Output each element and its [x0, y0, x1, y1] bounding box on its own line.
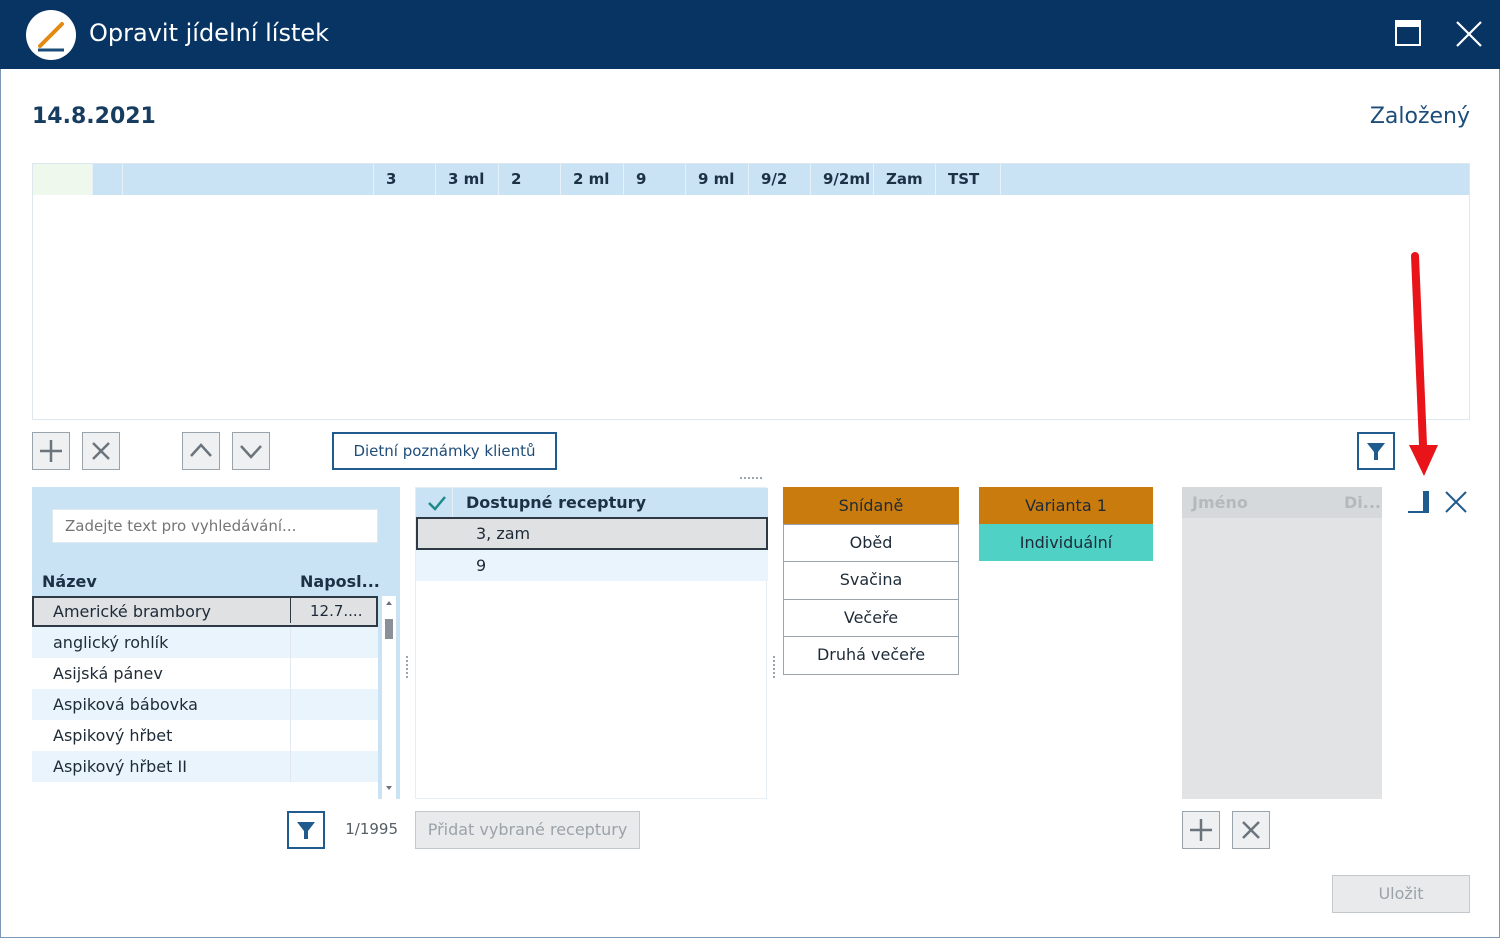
- grid-col-header[interactable]: 9: [624, 164, 686, 195]
- diet-notes-button[interactable]: Dietní poznámky klientů: [332, 432, 557, 470]
- meal-option[interactable]: Večeře: [783, 599, 959, 638]
- add-client-button[interactable]: [1182, 811, 1220, 849]
- grid-col-header[interactable]: Zam: [874, 164, 936, 195]
- menu-date: 14.8.2021: [32, 104, 156, 129]
- plus-icon: [40, 440, 62, 462]
- chevron-up-icon: [190, 443, 212, 457]
- chevron-down-icon: [240, 445, 262, 459]
- recipe-last-used: 12.7....: [310, 602, 363, 620]
- recipe-list-panel: Název Naposl... Americké brambory 12.7..…: [32, 487, 400, 799]
- table-row[interactable]: anglický rohlík: [32, 627, 378, 658]
- filter-icon: [297, 822, 315, 839]
- recipe-name: Americké brambory: [53, 602, 211, 621]
- save-button[interactable]: Uložit: [1332, 875, 1470, 913]
- client-list-header: Jméno Di...: [1182, 487, 1382, 518]
- add-selected-recipes-button[interactable]: Přidat vybrané receptury: [415, 811, 640, 849]
- plus-icon: [1190, 819, 1212, 841]
- grid-filter-button[interactable]: [1357, 432, 1395, 470]
- grid-select-cell[interactable]: [33, 164, 93, 195]
- splitter-handle[interactable]: [406, 656, 408, 678]
- close-panel-button[interactable]: [1443, 489, 1469, 515]
- grid-name-cell: [123, 164, 374, 195]
- remove-client-button[interactable]: [1232, 811, 1270, 849]
- grid-col-header[interactable]: 2: [499, 164, 561, 195]
- table-row[interactable]: Aspikový hřbet: [32, 720, 378, 751]
- grid-col-header[interactable]: 3 ml: [436, 164, 499, 195]
- filter-icon: [1367, 443, 1385, 460]
- available-recipe-name: 3, zam: [476, 524, 531, 543]
- close-window-button[interactable]: [1453, 18, 1485, 50]
- grid-indicator-cell: [93, 164, 123, 195]
- meal-option[interactable]: Svačina: [783, 561, 959, 600]
- recipe-table-header: Název Naposl...: [32, 567, 400, 596]
- col-header-client-name: Jméno: [1192, 493, 1248, 512]
- annotation-arrow-icon: [1409, 252, 1438, 476]
- app-logo-icon: [26, 10, 76, 60]
- x-icon: [92, 442, 110, 460]
- meal-option-selected[interactable]: Snídaně: [783, 487, 959, 526]
- splitter-handle[interactable]: [740, 477, 762, 479]
- x-icon: [1242, 821, 1260, 839]
- variant-option-selected[interactable]: Varianta 1: [979, 487, 1153, 524]
- available-recipe-name: 9: [476, 556, 487, 575]
- available-recipes-panel: Dostupné receptury 3, zam 9: [415, 487, 768, 799]
- table-row[interactable]: Asijská pánev: [32, 658, 378, 689]
- move-down-button[interactable]: [232, 432, 270, 470]
- recipe-list: Americké brambory 12.7.... anglický rohl…: [32, 596, 378, 799]
- title-bar: Opravit jídelní lístek: [0, 0, 1500, 69]
- table-row[interactable]: Aspikový hřbet II: [32, 751, 378, 782]
- move-up-button[interactable]: [182, 432, 220, 470]
- grid-col-header[interactable]: 3: [374, 164, 436, 195]
- maximize-button[interactable]: [1395, 20, 1421, 46]
- menu-grid-header: 3 3 ml 2 2 ml 9 9 ml 9/2 9/2ml Zam TST: [33, 164, 1469, 195]
- splitter-handle[interactable]: [773, 656, 775, 678]
- available-recipe-row[interactable]: 9: [416, 550, 768, 581]
- grid-col-header[interactable]: 9/2: [749, 164, 811, 195]
- window-title: Opravit jídelní lístek: [89, 19, 330, 47]
- close-icon: [1456, 21, 1482, 47]
- dock-right-icon: [1408, 491, 1429, 513]
- dock-panel-button[interactable]: [1406, 489, 1432, 515]
- available-recipes-title: Dostupné receptury: [466, 493, 646, 512]
- grid-col-header[interactable]: TST: [936, 164, 1001, 195]
- remove-row-button[interactable]: [82, 432, 120, 470]
- grid-col-header[interactable]: 9/2ml: [811, 164, 874, 195]
- col-header-last[interactable]: Naposl...: [300, 567, 380, 596]
- meal-option[interactable]: Druhá večeře: [783, 636, 959, 675]
- recipe-filter-button[interactable]: [287, 811, 325, 849]
- available-recipe-row-selected[interactable]: 3, zam: [416, 517, 768, 550]
- recipe-search-input[interactable]: [52, 509, 378, 543]
- client-list-panel: Jméno Di...: [1182, 487, 1382, 799]
- grid-col-header[interactable]: 2 ml: [561, 164, 624, 195]
- recipe-list-scrollbar[interactable]: [382, 596, 396, 799]
- col-header-name[interactable]: Název: [42, 567, 97, 596]
- checkmark-icon: [428, 496, 446, 511]
- table-row-selected[interactable]: Americké brambory 12.7....: [32, 596, 378, 627]
- available-recipes-header: Dostupné receptury: [416, 488, 768, 517]
- recipe-name: Aspikový hřbet: [53, 726, 173, 745]
- recipe-name: Asijská pánev: [53, 664, 163, 683]
- add-row-button[interactable]: [32, 432, 70, 470]
- menu-status: Založený: [1369, 104, 1470, 129]
- col-header-client-diet: Di...: [1344, 493, 1381, 512]
- menu-grid[interactable]: 3 3 ml 2 2 ml 9 9 ml 9/2 9/2ml Zam TST: [32, 163, 1470, 420]
- variant-option[interactable]: Individuální: [979, 524, 1153, 561]
- grid-col-header[interactable]: 9 ml: [686, 164, 749, 195]
- recipe-count: 1/1995: [345, 820, 398, 838]
- close-icon: [1445, 491, 1467, 513]
- recipe-name: anglický rohlík: [53, 633, 169, 652]
- table-row[interactable]: Aspiková bábovka: [32, 689, 378, 720]
- recipe-name: Aspiková bábovka: [53, 695, 198, 714]
- recipe-name: Aspikový hřbet II: [53, 757, 187, 776]
- meal-option[interactable]: Oběd: [783, 524, 959, 563]
- table-row-partial[interactable]: [32, 782, 378, 799]
